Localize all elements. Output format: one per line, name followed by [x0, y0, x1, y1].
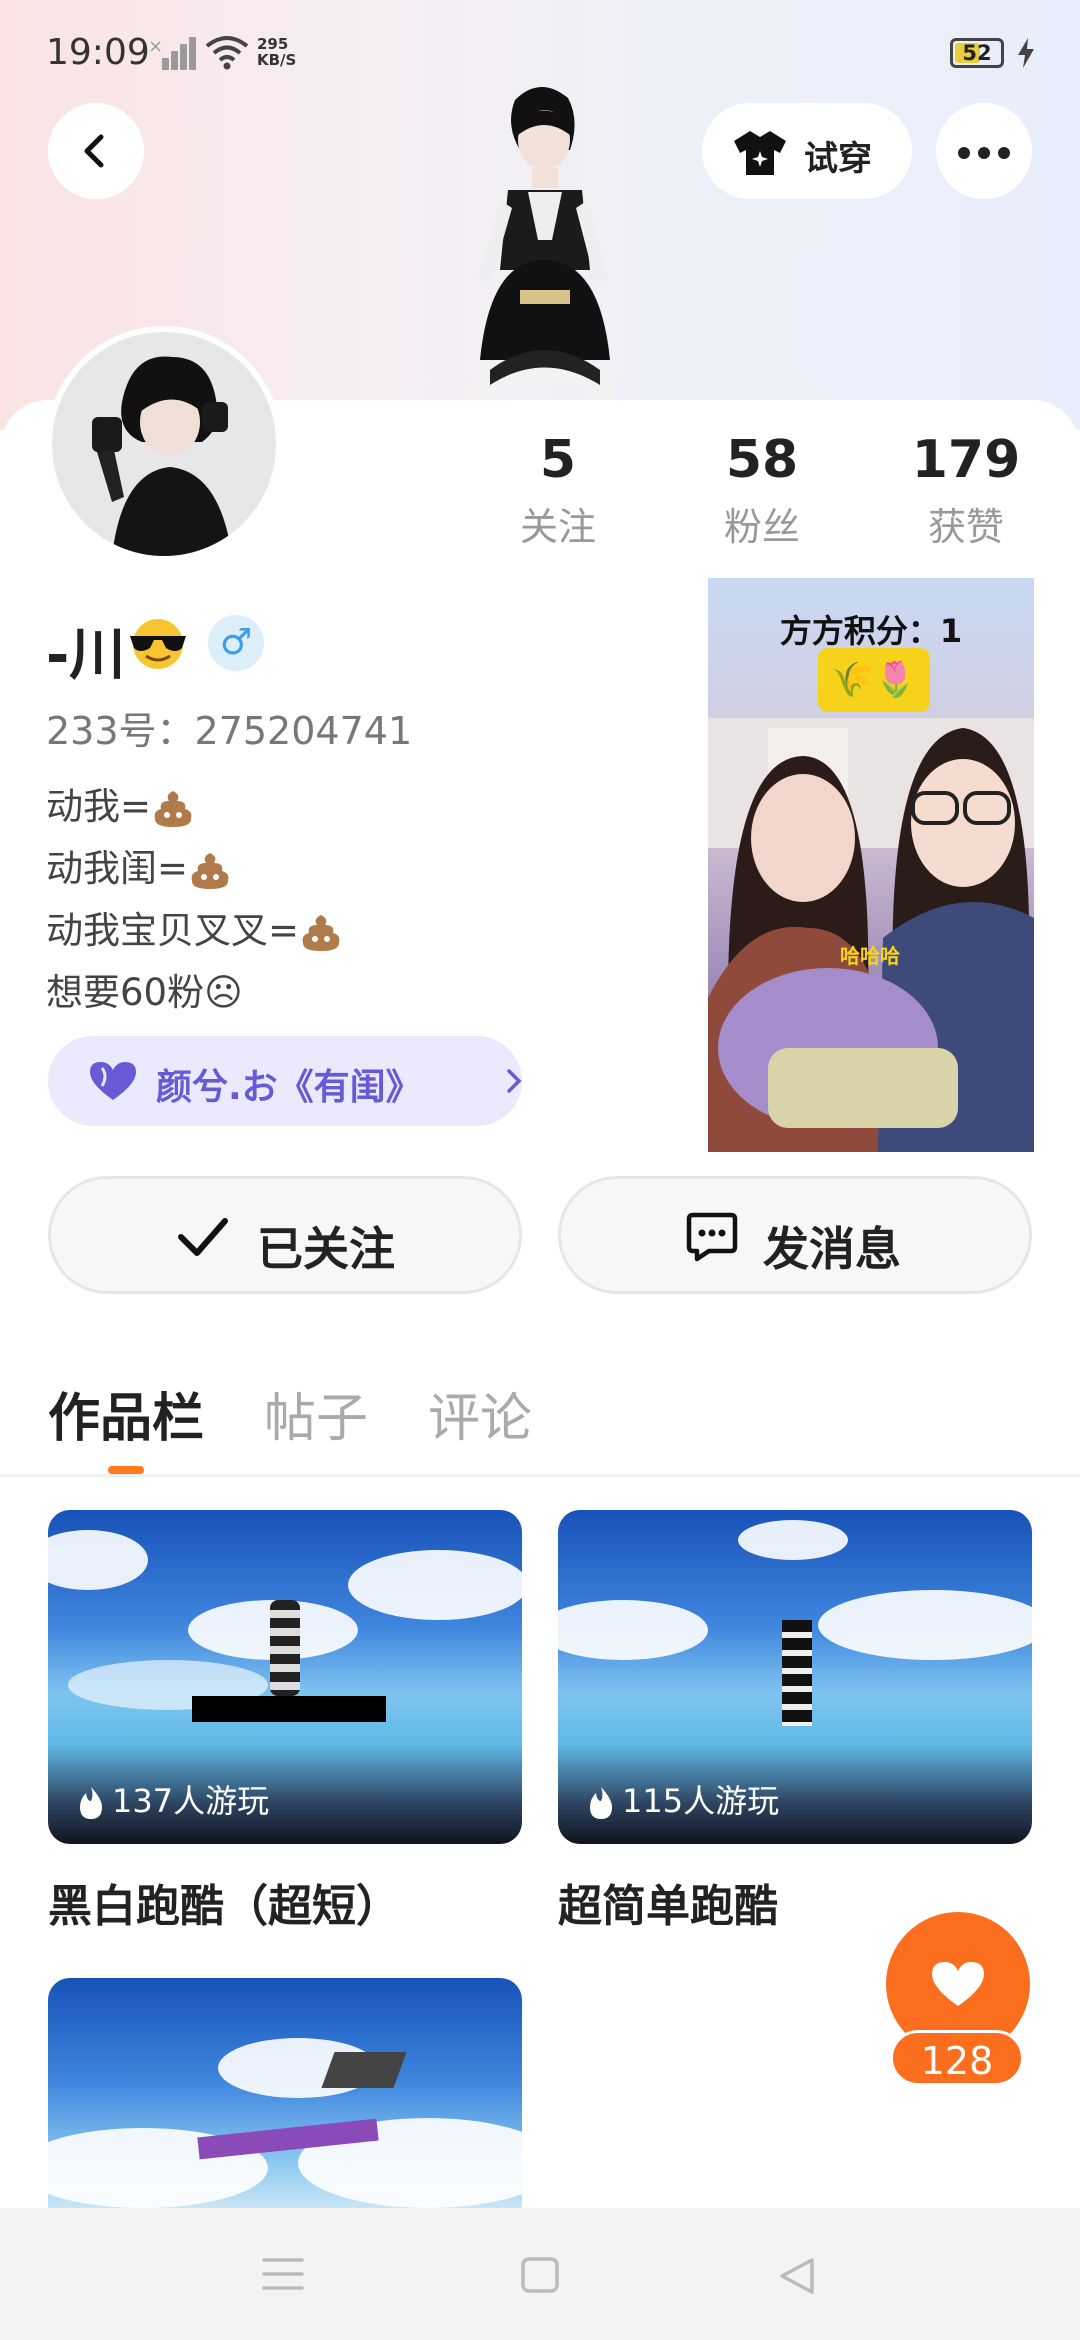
play-count-text: 115人游玩 — [622, 1782, 780, 1820]
chevron-right-icon — [507, 1069, 522, 1093]
tab-works[interactable]: 作品栏 — [48, 1376, 204, 1451]
live-overlay-text: 哈哈哈 — [840, 944, 900, 968]
shirt-icon — [734, 131, 786, 175]
work-card[interactable]: 137人游玩 — [48, 1510, 522, 1844]
platform — [192, 1696, 386, 1722]
work-card[interactable] — [48, 1978, 522, 2208]
stat-followers[interactable]: 58 粉丝 — [682, 430, 842, 551]
play-count: 137人游玩 — [76, 1776, 269, 1822]
net-speed: 295 KB/S — [257, 36, 296, 68]
tab-comments[interactable]: 评论 — [428, 1376, 532, 1451]
platform — [321, 2052, 407, 2088]
bio-line: 动我宝贝叉叉= — [46, 900, 343, 954]
stat-value: 179 — [911, 430, 1021, 490]
send-message-button[interactable]: 发消息 — [558, 1176, 1032, 1294]
live-score-text: 方方积分：1 — [779, 612, 963, 650]
more-button[interactable] — [936, 103, 1032, 199]
stat-value: 5 — [539, 430, 577, 490]
user-id[interactable]: 233号：275204741 — [46, 700, 412, 755]
like-count: 128 — [890, 2030, 1024, 2086]
send-message-label: 发消息 — [763, 1222, 901, 1276]
poop-emoji-icon — [191, 852, 229, 889]
like-heart-icon — [932, 1962, 984, 2006]
net-speed-value: 295 — [257, 35, 289, 53]
tower — [270, 1600, 300, 1696]
stat-label: 获赞 — [927, 505, 1004, 549]
status-time: 19:09 — [46, 32, 150, 73]
male-gender-icon: ♂ — [208, 615, 264, 671]
tower — [782, 1620, 812, 1726]
check-icon — [178, 1218, 228, 1256]
tab-indicator — [108, 1466, 144, 1474]
stat-label: 粉丝 — [723, 505, 800, 549]
try-on-button[interactable]: 试穿 — [702, 103, 912, 199]
battery-icon: 52 — [950, 38, 1004, 68]
bio-text: 动我宝贝叉叉= — [46, 909, 300, 952]
live-video-card[interactable]: 方方积分：1 🌾🌷 哈哈哈 — [708, 578, 1034, 1152]
net-speed-unit: KB/S — [257, 51, 297, 69]
flame-icon — [80, 1787, 102, 1819]
back-triangle-icon[interactable] — [776, 2256, 816, 2296]
cloud — [818, 1590, 1032, 1660]
sunglasses-emoji-icon — [130, 619, 186, 669]
bio-line: 动我闺= — [46, 838, 232, 892]
heart-icon — [90, 1062, 136, 1100]
club-pill[interactable]: 颜兮.お《有闺》 — [48, 1036, 522, 1126]
play-count-text: 137人游玩 — [112, 1782, 270, 1820]
work-title[interactable]: 黑白跑酷（超短） — [48, 1870, 400, 1934]
followed-button[interactable]: 已关注 — [48, 1176, 522, 1294]
cloud — [738, 1520, 848, 1560]
username: -川 — [46, 623, 126, 688]
club-name: 颜兮.お《有闺》 — [156, 1067, 422, 1108]
system-nav-bar — [0, 2208, 1080, 2340]
menu-icon[interactable] — [262, 2256, 304, 2292]
play-count: 115人游玩 — [586, 1776, 779, 1822]
cloud — [348, 1550, 522, 1620]
tab-posts[interactable]: 帖子 — [264, 1376, 368, 1451]
signal-icon: × — [148, 36, 196, 70]
work-title[interactable]: 超简单跑酷 — [558, 1870, 778, 1934]
message-icon — [686, 1212, 738, 1262]
character-figure — [470, 86, 620, 400]
poop-emoji-icon — [302, 914, 340, 951]
followed-label: 已关注 — [257, 1222, 395, 1276]
bio-line: 想要60粉☹ — [46, 971, 243, 1014]
back-icon — [84, 134, 104, 168]
live-badge: 🌾🌷 — [818, 648, 930, 712]
stat-likes[interactable]: 179 获赞 — [886, 430, 1046, 551]
bio-line: 动我= — [46, 776, 195, 830]
bio-text: 动我闺= — [46, 847, 189, 890]
charging-icon — [1018, 38, 1034, 68]
bio-text: 动我= — [46, 785, 152, 828]
avatar-image — [52, 332, 276, 556]
home-icon[interactable] — [520, 2256, 560, 2294]
poop-emoji-icon — [154, 790, 192, 827]
avatar[interactable] — [46, 326, 282, 562]
flame-icon — [590, 1787, 612, 1819]
stat-label: 关注 — [519, 505, 596, 549]
work-card[interactable]: 115人游玩 — [558, 1510, 1032, 1844]
back-button[interactable] — [48, 103, 144, 199]
try-on-label: 试穿 — [804, 139, 872, 179]
tab-divider — [0, 1474, 1080, 1477]
stat-following[interactable]: 5 关注 — [478, 430, 638, 551]
battery-level: 52 — [962, 41, 992, 65]
stat-value: 58 — [725, 430, 799, 490]
wifi-icon — [205, 36, 249, 70]
